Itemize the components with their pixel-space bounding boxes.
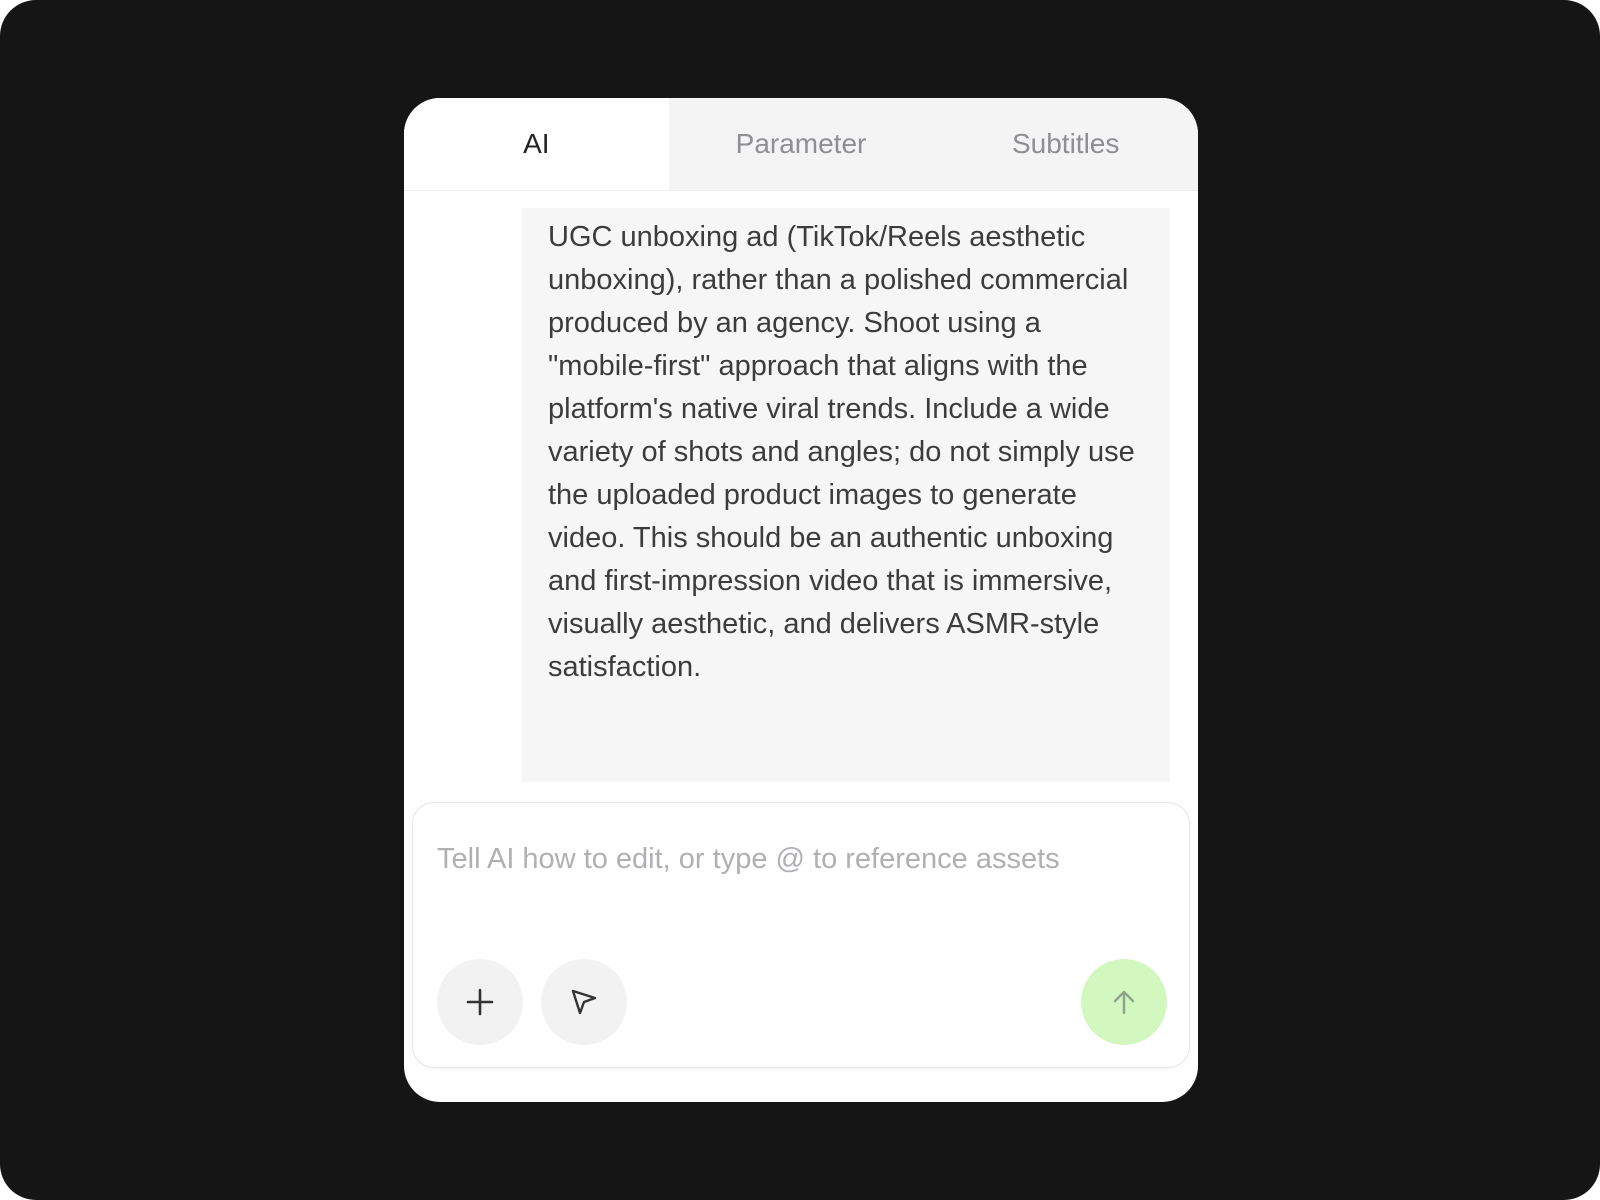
plus-icon bbox=[466, 988, 494, 1016]
prompt-composer bbox=[412, 802, 1190, 1068]
add-asset-button[interactable] bbox=[437, 959, 523, 1045]
send-button[interactable] bbox=[1081, 959, 1167, 1045]
select-tool-button[interactable] bbox=[541, 959, 627, 1045]
tab-subtitles[interactable]: Subtitles bbox=[933, 98, 1198, 190]
cursor-arrow-icon bbox=[571, 989, 597, 1015]
message-text: UGC unboxing ad (TikTok/Reels aesthetic … bbox=[548, 221, 1135, 683]
tab-ai[interactable]: AI bbox=[404, 98, 669, 190]
ai-panel: AI Parameter Subtitles UGC unboxing ad (… bbox=[404, 98, 1198, 1102]
tab-parameter[interactable]: Parameter bbox=[669, 98, 934, 190]
prompt-input[interactable] bbox=[437, 829, 1161, 889]
app-frame: AI Parameter Subtitles UGC unboxing ad (… bbox=[0, 0, 1600, 1200]
tab-bar: AI Parameter Subtitles bbox=[404, 98, 1198, 191]
arrow-up-icon bbox=[1113, 990, 1135, 1015]
ai-message-bubble: UGC unboxing ad (TikTok/Reels aesthetic … bbox=[522, 208, 1170, 782]
